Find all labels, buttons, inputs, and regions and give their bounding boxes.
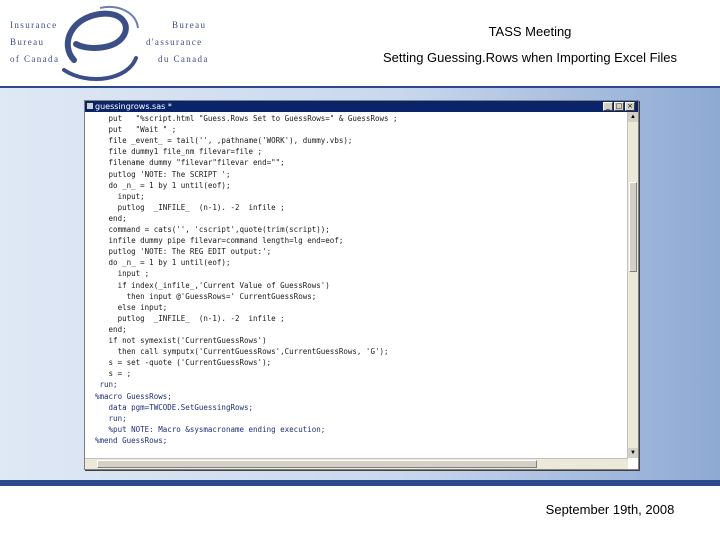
window-titlebar[interactable]: guessingrows.sas * _ □ × bbox=[85, 101, 638, 112]
footer-date: September 19th, 2008 bbox=[545, 502, 675, 517]
code-line[interactable]: else input; bbox=[95, 302, 168, 313]
code-line[interactable]: input ; bbox=[95, 268, 150, 279]
page-subtitle: Setting Guessing.Rows when Importing Exc… bbox=[382, 50, 678, 65]
code-line[interactable]: putlog 'NOTE: The REG EDIT output:'; bbox=[95, 246, 272, 257]
code-line[interactable]: %macro GuessRows; bbox=[95, 391, 172, 402]
code-line[interactable]: infile dummy pipe filevar=command length… bbox=[95, 235, 344, 246]
logo-left-line-3: of Canada bbox=[10, 54, 60, 64]
code-line[interactable]: put "Wait " ; bbox=[95, 124, 177, 135]
code-line[interactable]: if index(_infile_,'Current Value of Gues… bbox=[95, 280, 330, 291]
code-line[interactable]: putlog _INFILE_ (n-1). -2 infile ; bbox=[95, 313, 285, 324]
code-line[interactable]: %put NOTE: Macro &sysmacroname ending ex… bbox=[95, 424, 326, 435]
page-title: TASS Meeting bbox=[488, 24, 572, 39]
logo-right-line-1: Bureau bbox=[172, 20, 207, 30]
code-line[interactable]: file _event_ = tail('', ,pathname('WORK'… bbox=[95, 135, 353, 146]
code-line[interactable]: if not symexist('CurrentGuessRows') bbox=[95, 335, 267, 346]
code-line[interactable]: filename dummy "filevar"filevar end=""; bbox=[95, 157, 285, 168]
vertical-scroll-thumb[interactable] bbox=[629, 182, 637, 272]
code-line[interactable]: s = ; bbox=[95, 368, 132, 379]
code-line[interactable]: do _n_ = 1 by 1 until(eof); bbox=[95, 180, 231, 191]
code-line[interactable]: end; bbox=[95, 324, 127, 335]
code-line[interactable]: do _n_ = 1 by 1 until(eof); bbox=[95, 257, 231, 268]
code-line[interactable]: s = set -quote ('CurrentGuessRows'); bbox=[95, 357, 272, 368]
code-line[interactable]: file dummy1 file_nm filevar=file ; bbox=[95, 146, 263, 157]
code-line[interactable]: end; bbox=[95, 213, 127, 224]
band-bottom-rule bbox=[0, 480, 720, 486]
code-line[interactable]: then input @'GuessRows=' CurrentGuessRow… bbox=[95, 291, 317, 302]
code-line[interactable]: run; bbox=[95, 413, 127, 424]
close-button[interactable]: × bbox=[625, 102, 635, 111]
code-line[interactable]: command = cats('', 'cscript',quote(trim(… bbox=[95, 224, 330, 235]
vertical-scrollbar[interactable]: ▲ ▼ bbox=[627, 112, 638, 458]
logo-left-line-1: Insurance bbox=[10, 20, 58, 30]
logo-left-line-2: Bureau bbox=[10, 37, 45, 47]
minimize-button[interactable]: _ bbox=[603, 102, 613, 111]
code-line[interactable]: put "%script.html "Guess.Rows Set to Gue… bbox=[95, 113, 398, 124]
code-line[interactable]: putlog 'NOTE: The SCRIPT '; bbox=[95, 169, 231, 180]
logo-right-line-3: du Canada bbox=[158, 54, 209, 64]
window-system-icon[interactable] bbox=[87, 103, 93, 109]
scroll-down-icon[interactable]: ▼ bbox=[628, 448, 638, 458]
ibc-logo: Insurance Bureau of Canada Bureau d'assu… bbox=[0, 0, 240, 86]
horizontal-scrollbar[interactable] bbox=[85, 458, 628, 469]
code-line[interactable]: then call symputx('CurrentGuessRows',Cur… bbox=[95, 346, 389, 357]
logo-right-line-2: d'assurance bbox=[146, 37, 203, 47]
scroll-up-icon[interactable]: ▲ bbox=[628, 112, 638, 122]
maximize-button[interactable]: □ bbox=[614, 102, 624, 111]
code-line[interactable]: input; bbox=[95, 191, 145, 202]
code-line[interactable]: run; bbox=[95, 379, 118, 390]
horizontal-scroll-thumb[interactable] bbox=[97, 460, 537, 468]
code-line[interactable]: putlog _INFILE_ (n-1). -2 infile ; bbox=[95, 202, 285, 213]
sas-editor-window[interactable]: guessingrows.sas * _ □ × put "%script.ht… bbox=[84, 100, 639, 470]
code-line[interactable]: %mend GuessRows; bbox=[95, 435, 167, 446]
window-title: guessingrows.sas * bbox=[95, 102, 172, 111]
code-editor[interactable]: put "%script.html "Guess.Rows Set to Gue… bbox=[95, 113, 620, 457]
code-line[interactable]: data pgm=TWCODE.SetGuessingRows; bbox=[95, 402, 254, 413]
